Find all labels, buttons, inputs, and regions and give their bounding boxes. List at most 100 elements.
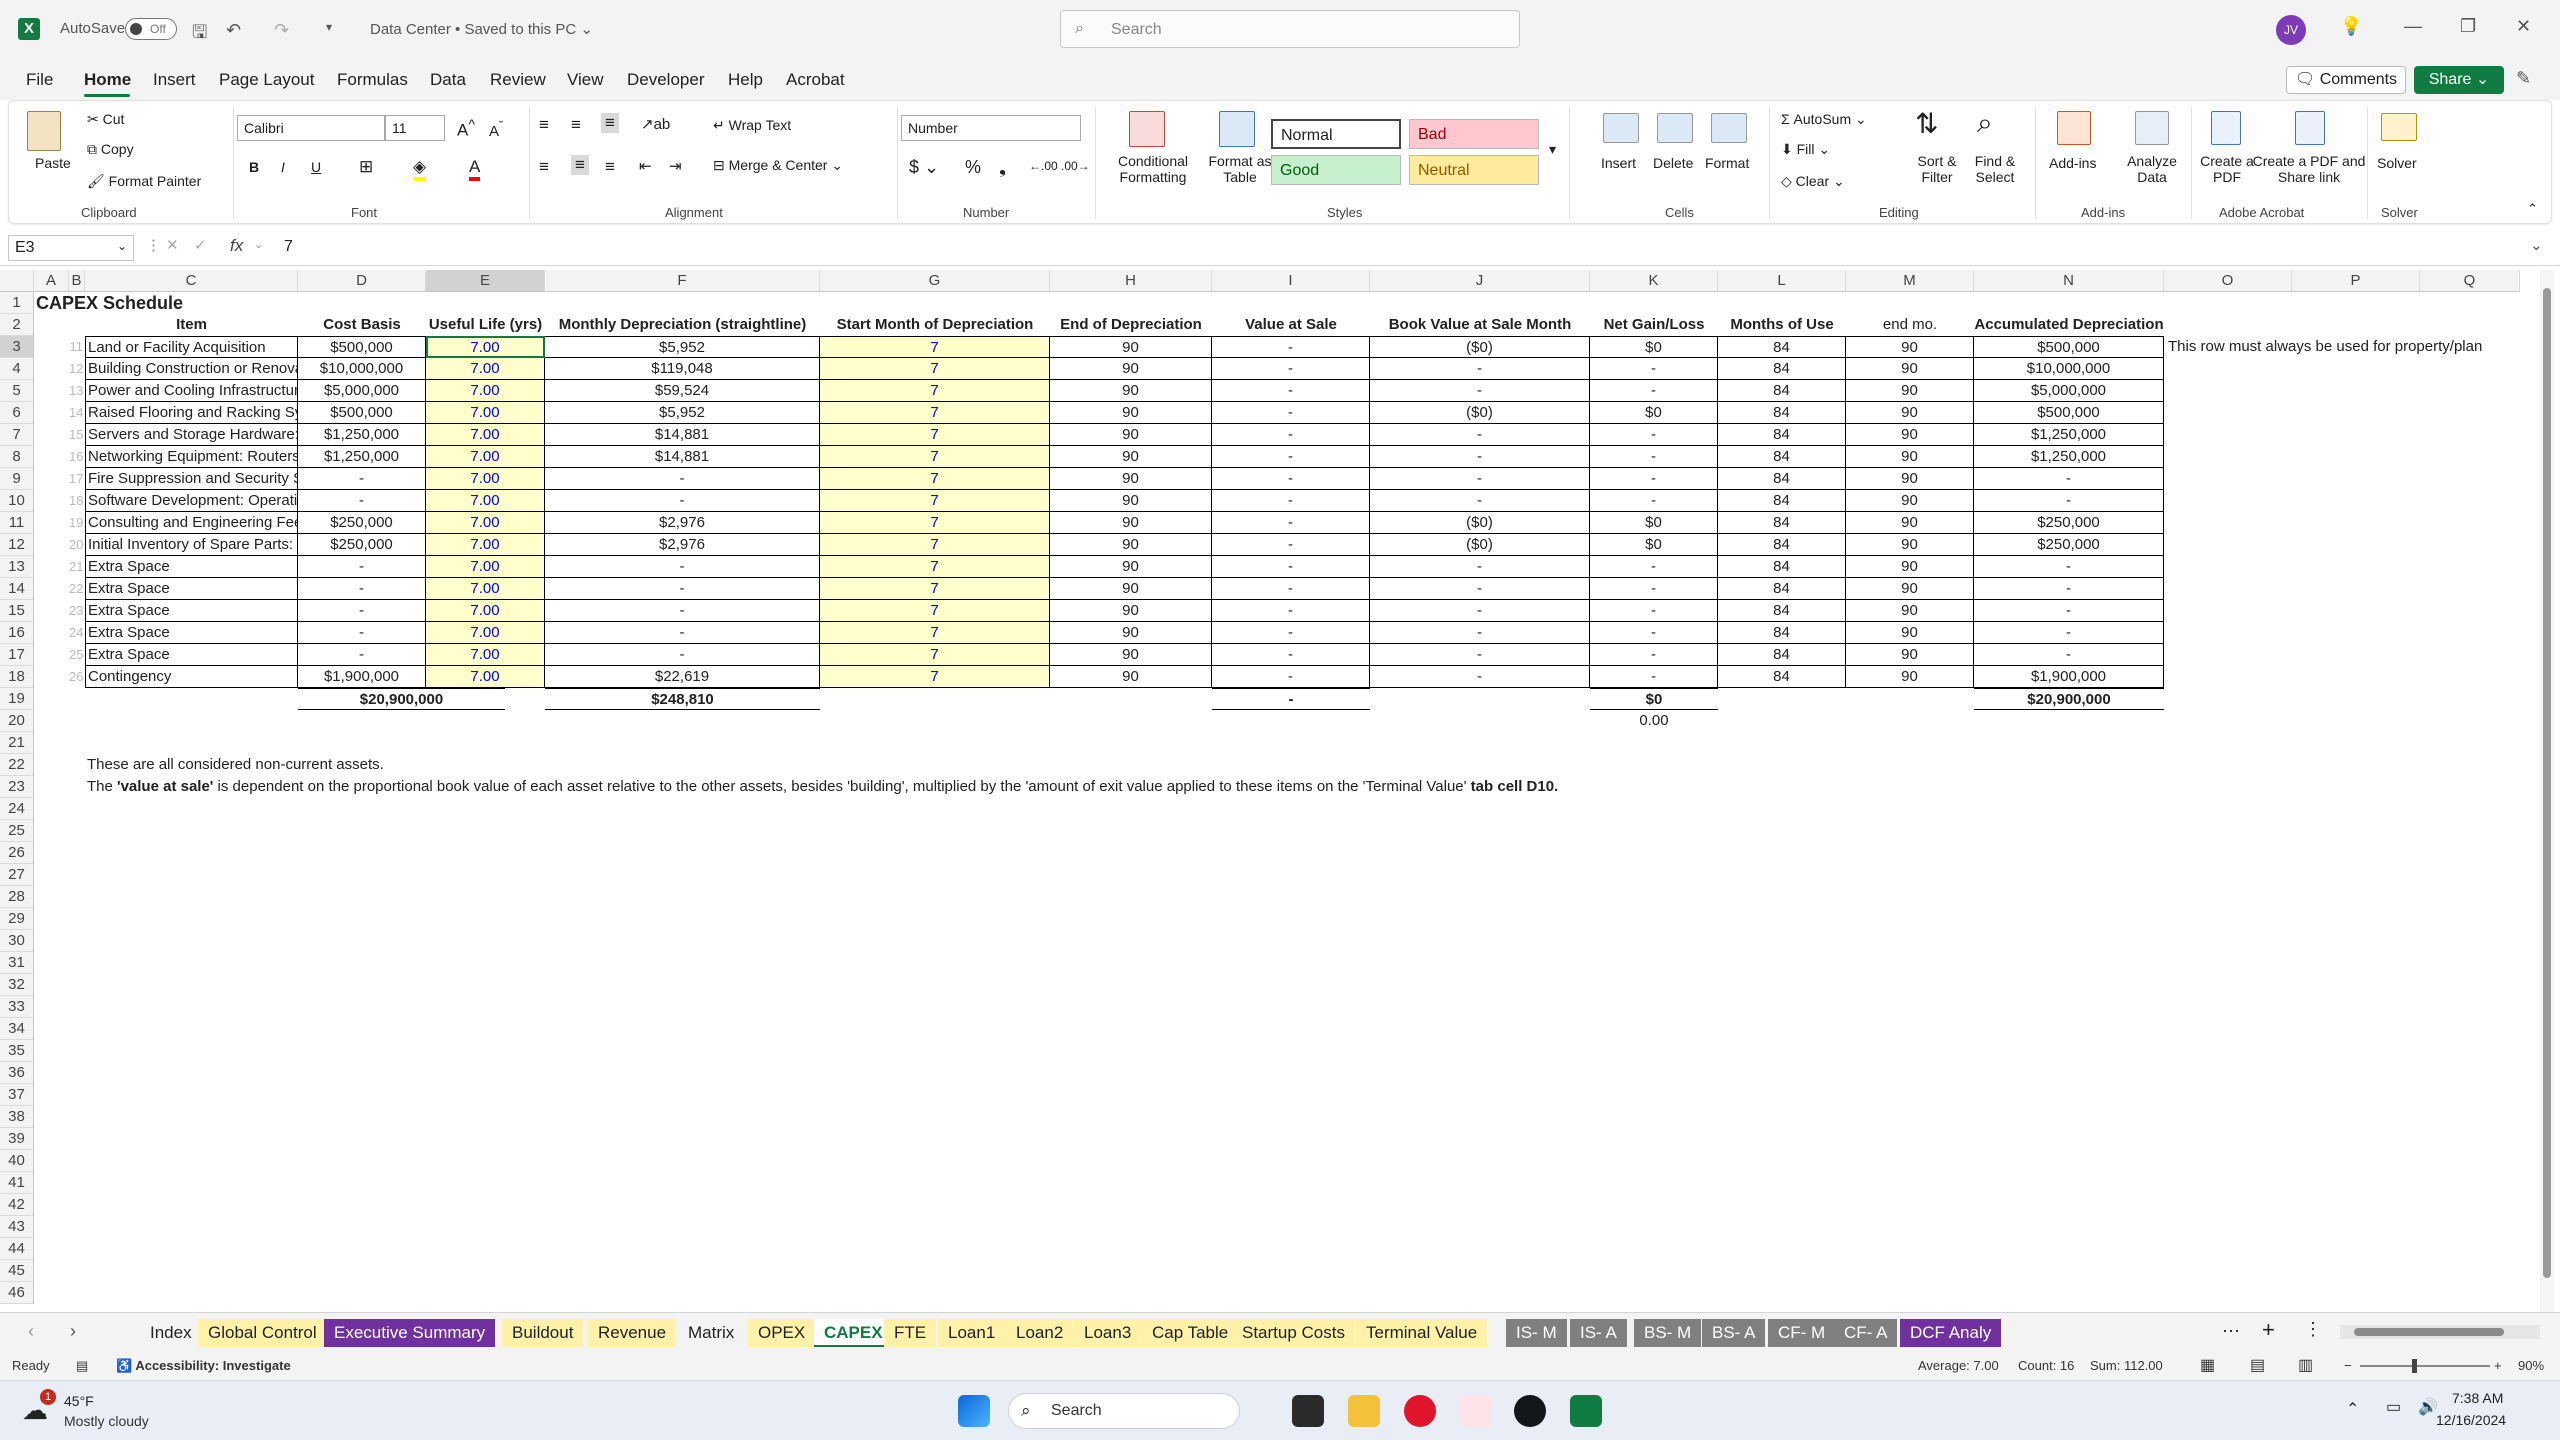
row-header-19[interactable]: 19 (0, 688, 34, 710)
item-name[interactable]: Contingency (85, 666, 298, 688)
analyze-data-icon[interactable] (2135, 111, 2169, 145)
data-cell[interactable]: 90 (1846, 622, 1974, 644)
data-cell[interactable]: 7 (820, 578, 1050, 600)
row-header-7[interactable]: 7 (0, 424, 34, 446)
data-cell[interactable]: - (1212, 512, 1370, 534)
data-cell[interactable]: 90 (1846, 490, 1974, 512)
row-header-23[interactable]: 23 (0, 776, 34, 798)
data-cell[interactable]: $250,000 (298, 512, 426, 534)
sheet-tab-is-m[interactable]: IS- M (1506, 1319, 1567, 1347)
data-cell[interactable]: - (298, 600, 426, 622)
data-cell[interactable]: - (1212, 578, 1370, 600)
data-cell[interactable]: 7.00 (426, 534, 545, 556)
data-cell[interactable]: $2,976 (545, 534, 820, 556)
data-cell[interactable]: - (1212, 358, 1370, 380)
row-header-36[interactable]: 36 (0, 1062, 34, 1084)
data-cell[interactable]: 7.00 (426, 490, 545, 512)
data-cell[interactable]: 7 (820, 336, 1050, 358)
data-cell[interactable]: 7.00 (426, 666, 545, 688)
column-header-i[interactable]: I (1212, 270, 1370, 292)
row-header-38[interactable]: 38 (0, 1106, 34, 1128)
create-pdf-share-icon[interactable] (2295, 111, 2325, 145)
currency-icon[interactable]: $ ⌄ (909, 157, 939, 178)
sheet-tab-global-control[interactable]: Global Control (198, 1319, 327, 1347)
data-cell[interactable]: 7 (820, 490, 1050, 512)
page-layout-view-icon[interactable]: ▤ (2250, 1355, 2265, 1375)
data-cell[interactable]: - (1974, 468, 2164, 490)
data-cell[interactable]: 90 (1050, 556, 1212, 578)
minimize-icon[interactable]: — (2404, 16, 2422, 37)
data-cell[interactable]: ($0) (1370, 534, 1590, 556)
sheet-tab-fte[interactable]: FTE (884, 1319, 937, 1347)
data-cell[interactable]: 90 (1050, 358, 1212, 380)
total-accum[interactable]: $20,900,000 (1974, 688, 2164, 710)
data-cell[interactable]: - (1590, 380, 1718, 402)
data-cell[interactable]: - (545, 556, 820, 578)
row-header-18[interactable]: 18 (0, 666, 34, 688)
ribbon-pin-icon[interactable]: ✎ (2516, 68, 2531, 89)
normal-view-icon[interactable]: ▦ (2200, 1355, 2215, 1375)
column-header-j[interactable]: J (1370, 270, 1590, 292)
data-cell[interactable]: 7.00 (426, 402, 545, 424)
data-cell[interactable]: $500,000 (298, 402, 426, 424)
side-note[interactable]: This row must always be used for propert… (2164, 336, 2494, 358)
data-cell[interactable]: - (298, 644, 426, 666)
data-cell[interactable]: 84 (1718, 336, 1846, 358)
data-cell[interactable]: - (298, 556, 426, 578)
data-cell[interactable]: 84 (1718, 600, 1846, 622)
column-header-b[interactable]: B (69, 270, 85, 292)
sheet-tab-revenue[interactable]: Revenue (588, 1319, 677, 1347)
search-box[interactable]: ⌕ Search (1060, 10, 1520, 48)
find-select-button[interactable]: Find & Select (1967, 153, 2023, 185)
data-cell[interactable]: - (1370, 468, 1590, 490)
data-cell[interactable]: 90 (1846, 468, 1974, 490)
style-neutral[interactable]: Neutral (1409, 155, 1539, 185)
number-format-select[interactable]: Number (901, 115, 1081, 141)
document-title[interactable]: Data Center • Saved to this PC ⌄ (370, 20, 593, 38)
total-cost[interactable]: $20,900,000 (298, 688, 505, 710)
data-cell[interactable]: - (1590, 622, 1718, 644)
data-cell[interactable]: $14,881 (545, 424, 820, 446)
comments-button[interactable]: 🗨 Comments (2286, 66, 2406, 94)
total-monthly[interactable]: $248,810 (545, 688, 820, 710)
sheet-options-icon[interactable]: ⋮ (2304, 1319, 2322, 1340)
analyze-data-button[interactable]: Analyze Data (2123, 153, 2181, 185)
data-cell[interactable]: $1,900,000 (298, 666, 426, 688)
sheet-tab-bs-m[interactable]: BS- M (1634, 1319, 1702, 1347)
data-cell[interactable]: - (1212, 424, 1370, 446)
orientation-icon[interactable]: ↗ab (641, 115, 670, 133)
data-cell[interactable]: - (1370, 380, 1590, 402)
data-cell[interactable]: - (1212, 336, 1370, 358)
data-cell[interactable]: 90 (1050, 380, 1212, 402)
data-cell[interactable]: 84 (1718, 402, 1846, 424)
sheet-tab-cap-table[interactable]: Cap Table (1142, 1319, 1239, 1347)
data-cell[interactable]: 7 (820, 556, 1050, 578)
data-cell[interactable]: 84 (1718, 534, 1846, 556)
fx-dropdown-icon[interactable]: ⌄ (254, 238, 263, 251)
row-header-6[interactable]: 6 (0, 402, 34, 424)
item-name[interactable]: Networking Equipment: Routers (85, 446, 298, 468)
column-title[interactable]: End of Depreciation (1050, 314, 1212, 336)
column-title[interactable]: Start Month of Depreciation (820, 314, 1050, 336)
item-name[interactable]: Raised Flooring and Racking Syst (85, 402, 298, 424)
shrink-font-icon[interactable]: Aˇ (489, 119, 503, 140)
page-break-view-icon[interactable]: ▥ (2298, 1355, 2313, 1375)
row-header-1[interactable]: 1 (0, 292, 34, 314)
row-index[interactable]: 22 (69, 578, 85, 600)
data-cell[interactable]: - (298, 468, 426, 490)
row-header-33[interactable]: 33 (0, 996, 34, 1018)
row-header-14[interactable]: 14 (0, 578, 34, 600)
data-cell[interactable]: 84 (1718, 556, 1846, 578)
style-normal[interactable]: Normal (1271, 119, 1401, 149)
data-cell[interactable]: 90 (1050, 490, 1212, 512)
sheet-tab-cf-m[interactable]: CF- M (1768, 1319, 1836, 1347)
row-header-21[interactable]: 21 (0, 732, 34, 754)
sheet-tab-is-a[interactable]: IS- A (1570, 1319, 1627, 1347)
note-line-1[interactable]: These are all considered non-current ass… (85, 754, 1285, 776)
collapse-ribbon-icon[interactable]: ⌃ (2527, 201, 2538, 217)
data-cell[interactable]: 90 (1846, 424, 1974, 446)
column-header-f[interactable]: F (545, 270, 820, 292)
name-box[interactable]: E3 ⌄ (8, 235, 134, 261)
menu-formulas[interactable]: Formulas (337, 70, 408, 90)
row-header-32[interactable]: 32 (0, 974, 34, 996)
